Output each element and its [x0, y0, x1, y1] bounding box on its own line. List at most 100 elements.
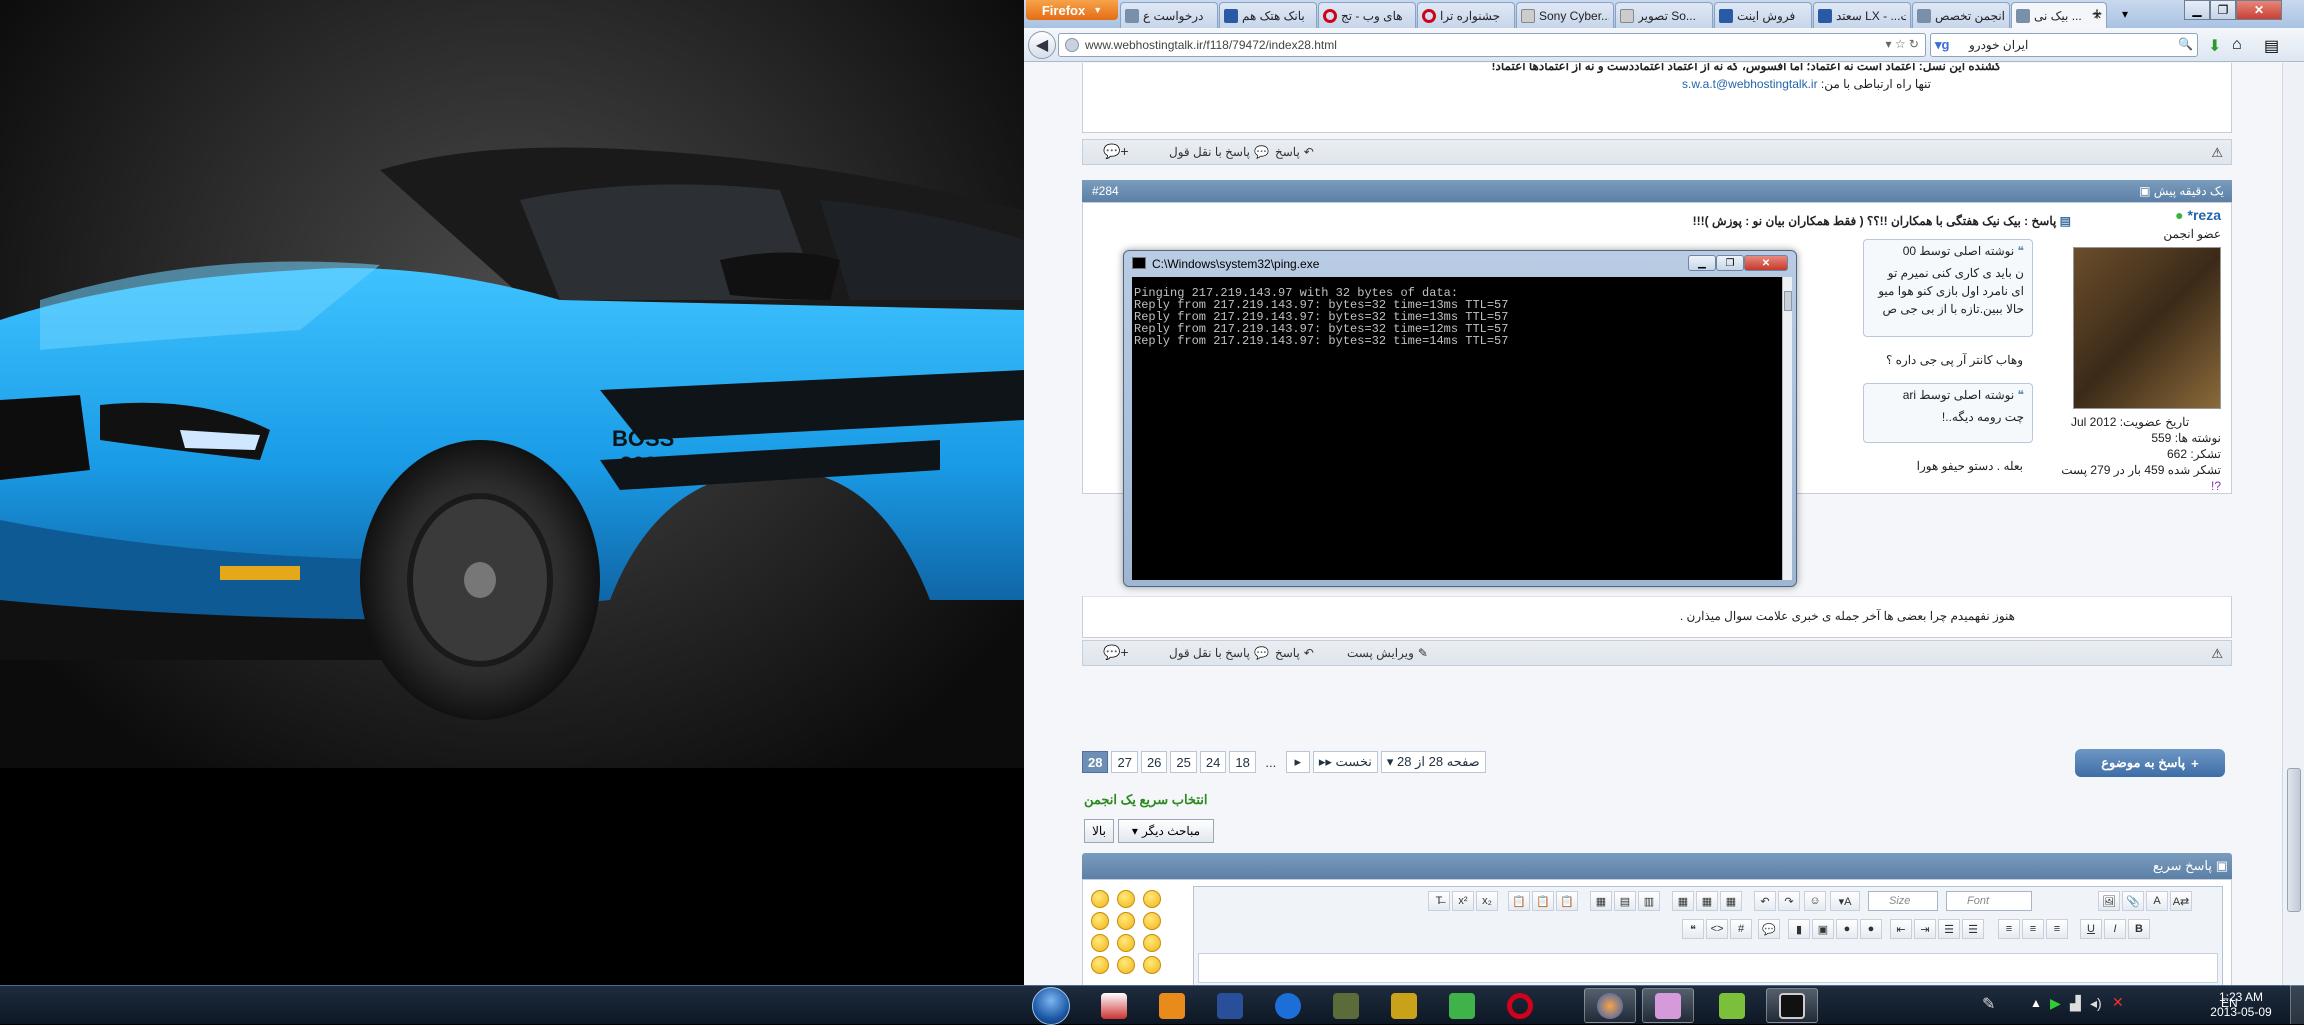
tab-3[interactable]: های وب - تج — [1318, 2, 1416, 28]
smiley-icon[interactable] — [1091, 956, 1109, 974]
bullet-list-icon[interactable]: ☰ — [1938, 919, 1960, 939]
font-select[interactable]: Font — [1946, 891, 2032, 911]
taskbar-app-icon[interactable] — [1436, 988, 1488, 1023]
font-style-icon[interactable]: A — [2146, 891, 2168, 911]
close-window-button[interactable]: ✕ — [2236, 0, 2282, 20]
text-color-icon[interactable]: ▾A — [1830, 891, 1860, 911]
page-link[interactable]: 24 — [1199, 751, 1227, 773]
firefox-icon[interactable] — [1584, 988, 1636, 1023]
multi-quote-icon[interactable]: 💬+ — [1103, 644, 1129, 661]
table-merge-icon[interactable]: ▦ — [1696, 891, 1718, 911]
avatar[interactable] — [2073, 247, 2221, 409]
tab-8[interactable]: سعتد LX - ...ت — [1813, 2, 1911, 28]
italic-icon[interactable]: I — [2104, 919, 2126, 939]
new-tab-button[interactable]: + — [2083, 2, 2111, 26]
align-right-icon[interactable]: ≡ — [2046, 919, 2068, 939]
tab-4[interactable]: جشنواره ترا — [1417, 2, 1515, 28]
multi-quote-icon[interactable]: 💬+ — [1103, 143, 1129, 160]
maximize-button[interactable]: ❐ — [2210, 0, 2236, 20]
link-icon[interactable]: ● — [1836, 919, 1858, 939]
console-maximize-button[interactable]: ❐ — [1716, 255, 1744, 271]
edit-post-button[interactable]: ✎ ویرایش پست — [1347, 646, 1428, 660]
underline-icon[interactable]: U — [2080, 919, 2102, 939]
smiley-insert-icon[interactable]: ☺ — [1804, 891, 1826, 911]
page-scrollbar[interactable] — [2282, 63, 2304, 985]
smiley-icon[interactable] — [1143, 912, 1161, 930]
page-link[interactable]: 25 — [1170, 751, 1197, 773]
taskbar-app-icon[interactable] — [1088, 988, 1140, 1023]
redo-icon[interactable]: ↷ — [1778, 891, 1800, 911]
tray-arrow-icon[interactable]: ▲ — [2030, 996, 2042, 1010]
quote-insert-icon[interactable]: ❝ — [1682, 919, 1704, 939]
console-scrollbar-thumb[interactable] — [1784, 291, 1792, 311]
align-center-icon[interactable]: ≡ — [2022, 919, 2044, 939]
table-col-icon[interactable]: ▥ — [1638, 891, 1660, 911]
collapse-icon[interactable]: ▣ — [2216, 858, 2228, 874]
tray-icon[interactable]: ▶ — [2050, 995, 2061, 1012]
page-jump-dropdown[interactable]: صفحه 28 از 28 ▾ — [1380, 751, 1486, 773]
contact-email-link[interactable]: s.w.a.t@webhostingtalk.ir — [1682, 77, 1818, 91]
smiley-icon[interactable] — [1117, 890, 1135, 908]
unlink-icon[interactable]: ● — [1860, 919, 1882, 939]
smiley-icon[interactable] — [1091, 934, 1109, 952]
smiley-icon[interactable] — [1091, 912, 1109, 930]
console-taskbar-icon[interactable] — [1766, 988, 1818, 1023]
tab-7[interactable]: فروش اینت — [1714, 2, 1812, 28]
taskbar-app-icon[interactable] — [1642, 988, 1694, 1023]
smiley-icon[interactable] — [1117, 934, 1135, 952]
tab-1[interactable]: درخواست ع — [1120, 2, 1218, 28]
other-topics-dropdown[interactable]: مباحث دیگر ▾ — [1118, 819, 1214, 843]
attach-icon[interactable]: 📎 — [2122, 891, 2144, 911]
taskbar-app-icon[interactable] — [1706, 988, 1758, 1023]
table-del-icon[interactable]: ▦ — [1672, 891, 1694, 911]
close-tray-icon[interactable]: ✕ — [2112, 994, 2124, 1011]
google-icon[interactable]: g▾ — [1935, 37, 1949, 53]
superscript-icon[interactable]: x² — [1452, 891, 1474, 911]
media-player-icon[interactable] — [1146, 988, 1198, 1023]
subscript-icon[interactable]: x₂ — [1476, 891, 1498, 911]
speech-icon[interactable]: 💬 — [1758, 919, 1780, 939]
paste-word-icon[interactable]: 📋 — [1556, 891, 1578, 911]
table-icon[interactable]: ▦ — [1590, 891, 1612, 911]
url-bar[interactable]: www.webhostingtalk.ir/f118/79472/index28… — [1058, 33, 1926, 57]
tab-6[interactable]: تصویر So... — [1615, 2, 1713, 28]
search-icon[interactable]: 🔍 — [2178, 37, 2193, 51]
back-to-top-button[interactable]: بالا — [1084, 819, 1114, 843]
page-link[interactable]: 27 — [1111, 751, 1138, 773]
console-scrollbar[interactable] — [1782, 277, 1792, 580]
outdent-icon[interactable]: ⇥ — [1914, 919, 1936, 939]
network-icon[interactable]: ▟ — [2070, 995, 2081, 1012]
table-split-icon[interactable]: ▦ — [1720, 891, 1742, 911]
report-post-icon[interactable]: ⚠ — [2211, 145, 2223, 161]
game-icon[interactable] — [1320, 988, 1372, 1023]
back-button[interactable]: ◀ — [1028, 31, 1056, 59]
reply-button[interactable]: ↶ پاسخ — [1275, 646, 1314, 660]
page-link[interactable]: 18 — [1229, 751, 1256, 773]
taskbar-app-icon[interactable] — [1204, 988, 1256, 1023]
undo-icon[interactable]: ↶ — [1754, 891, 1776, 911]
indent-icon[interactable]: ⇤ — [1890, 919, 1912, 939]
opera-icon[interactable] — [1494, 988, 1546, 1023]
remove-format-icon[interactable]: T̶ — [1428, 891, 1450, 911]
teamviewer-icon[interactable] — [1262, 988, 1314, 1023]
smiley-icon[interactable] — [1117, 912, 1135, 930]
home-icon[interactable]: ⌂ — [2232, 36, 2242, 54]
volume-icon[interactable]: ◂) — [2090, 995, 2102, 1012]
download-icon[interactable]: ⬇ — [2208, 36, 2221, 56]
scrollbar-thumb[interactable] — [2287, 768, 2301, 912]
tab-2[interactable]: بانک هتک هم — [1219, 2, 1317, 28]
code-icon[interactable]: <> — [1706, 919, 1728, 939]
reload-icon[interactable]: ▾ ☆ ↻ — [1885, 37, 1919, 51]
post-number-link[interactable]: #284 — [1092, 184, 1119, 198]
report-post-icon[interactable]: ⚠ — [2211, 646, 2223, 662]
number-list-icon[interactable]: ☰ — [1962, 919, 1984, 939]
show-desktop-button[interactable] — [2290, 985, 2304, 1024]
console-minimize-button[interactable]: ▁ — [1688, 255, 1716, 271]
minimize-button[interactable]: ▁ — [2184, 0, 2210, 20]
smiley-icon[interactable] — [1117, 956, 1135, 974]
media-icon[interactable]: ▮ — [1788, 919, 1810, 939]
smiley-icon[interactable] — [1091, 890, 1109, 908]
console-close-button[interactable]: ✕ — [1744, 255, 1788, 271]
username-link[interactable]: reza* ● — [2061, 207, 2221, 223]
image-insert-icon[interactable]: ▣ — [1812, 919, 1834, 939]
